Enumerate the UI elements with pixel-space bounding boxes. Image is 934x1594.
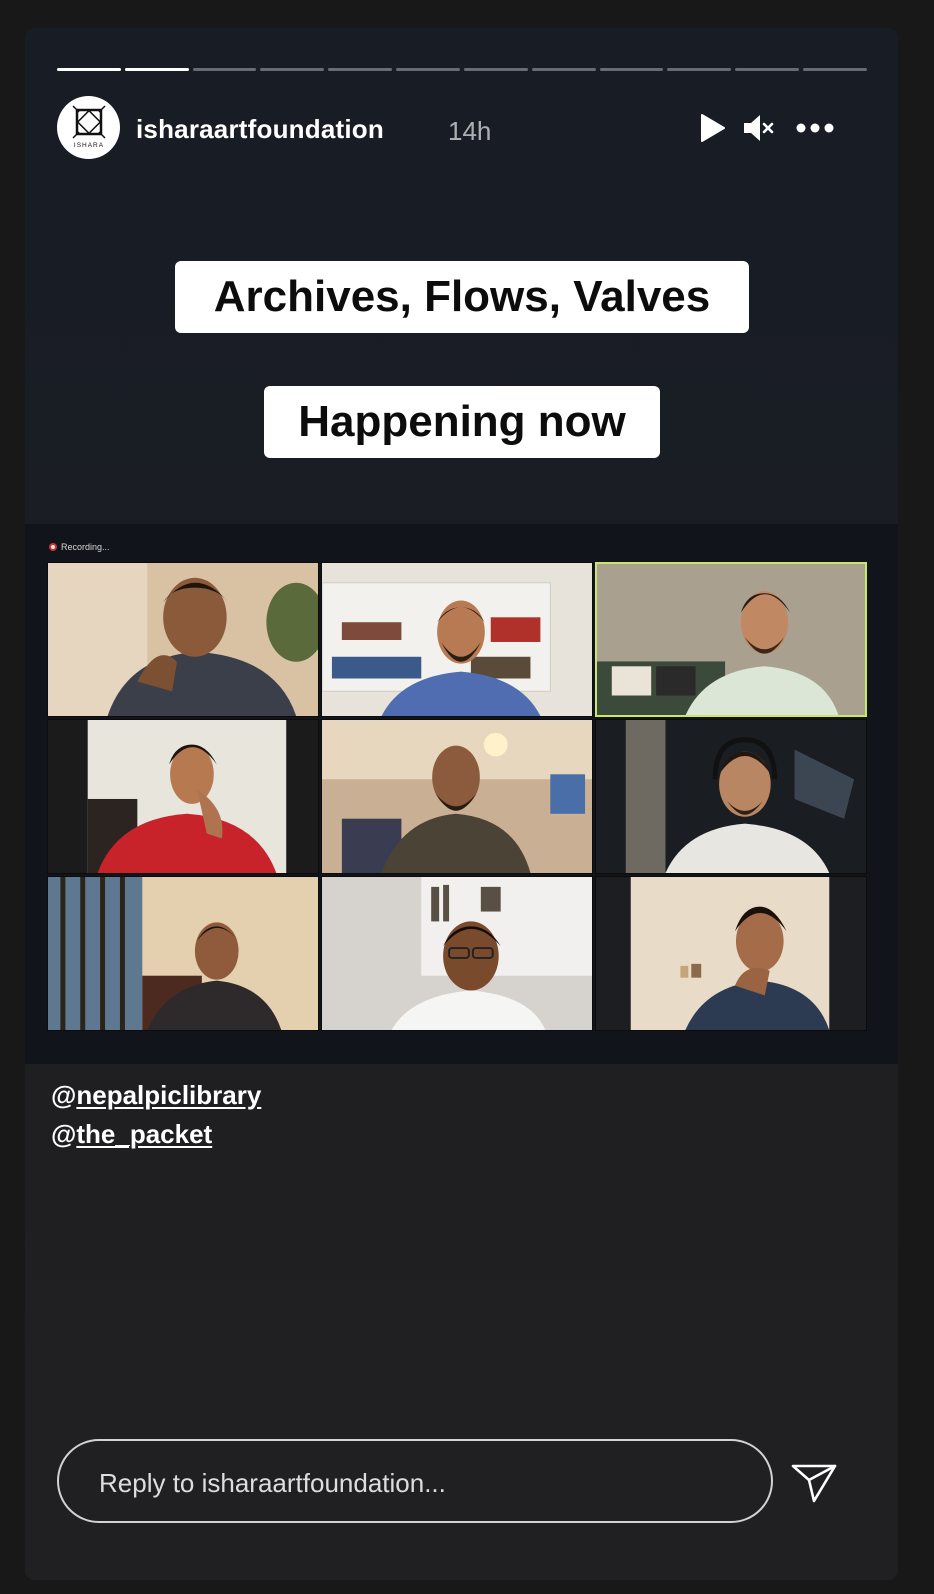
participant-tile	[595, 719, 867, 874]
recording-label: Recording...	[61, 542, 110, 552]
progress-segment	[531, 68, 596, 71]
play-icon[interactable]	[693, 110, 729, 146]
progress-segment	[192, 68, 257, 71]
record-icon	[49, 543, 57, 551]
story-progress-bar	[57, 68, 867, 72]
progress-segment	[124, 68, 189, 71]
send-icon[interactable]	[790, 1458, 838, 1506]
title-sticker: Archives, Flows, Valves	[175, 261, 749, 333]
participant-tile-active-speaker	[595, 562, 867, 717]
svg-text:ISHARA: ISHARA	[73, 142, 103, 149]
reply-placeholder: Reply to isharaartfoundation...	[99, 1468, 446, 1498]
recording-indicator: Recording...	[49, 542, 110, 552]
mention-nepalpiclibrary[interactable]: @nepalpiclibrary	[51, 1080, 261, 1111]
story-timestamp: 14h	[448, 116, 492, 146]
progress-segment	[57, 68, 121, 71]
progress-segment	[599, 68, 664, 71]
mention-the-packet[interactable]: @the_packet	[51, 1119, 261, 1150]
participant-tile	[47, 876, 319, 1031]
mute-icon[interactable]	[741, 110, 777, 146]
progress-segment	[396, 68, 460, 71]
participant-tile	[321, 562, 593, 717]
avatar[interactable]: ISHARA	[57, 96, 120, 159]
progress-segment	[735, 68, 800, 71]
progress-segment	[803, 68, 867, 71]
more-options-icon[interactable]	[793, 110, 837, 146]
participant-tile	[321, 719, 593, 874]
progress-segment	[328, 68, 393, 71]
progress-segment	[667, 68, 732, 71]
reply-input[interactable]: Reply to isharaartfoundation...	[57, 1439, 773, 1523]
progress-segment	[463, 68, 528, 71]
story-username[interactable]: isharaartfoundation	[136, 114, 384, 145]
participant-tile	[595, 876, 867, 1031]
participant-tile	[47, 562, 319, 717]
status-sticker: Happening now	[264, 386, 660, 458]
ishara-logo-icon: ISHARA	[71, 104, 106, 149]
participant-tile	[47, 719, 319, 874]
mention-list: @nepalpiclibrary @the_packet	[51, 1080, 261, 1158]
story-header: ISHARA isharaartfoundation 14h	[57, 96, 866, 162]
story-viewer: ISHARA isharaartfoundation 14h Archives,…	[25, 28, 898, 1580]
progress-segment	[260, 68, 325, 71]
video-call-photo: Recording...	[25, 524, 898, 1064]
participant-tile	[321, 876, 593, 1031]
